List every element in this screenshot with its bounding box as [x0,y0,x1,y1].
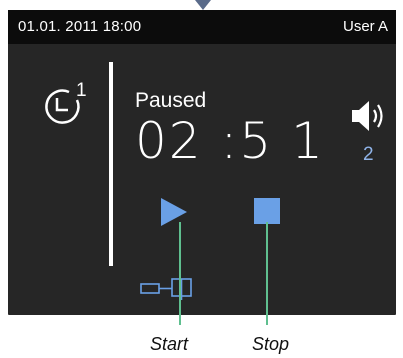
stop-callout-label: Stop [252,334,290,354]
divider [109,62,113,266]
speaker-volume-icon[interactable] [350,96,388,136]
stop-button[interactable] [254,198,280,224]
connector-icon [140,278,192,300]
indicator-pointer [195,0,211,10]
timer-status: Paused [135,89,207,112]
user-label[interactable]: User A [343,10,388,44]
status-bar: 01.01. 2011 18:00 User A [8,10,396,44]
volume-level: 2 [363,144,374,165]
device-screen: 01.01. 2011 18:00 User A 1 Paused 02 :5 … [8,10,396,315]
start-callout-label: Start [150,334,189,354]
program-number: 1 [76,82,87,101]
play-button[interactable] [161,198,187,226]
timer-display: 02 :5 1 [135,112,325,170]
clock-timer-icon[interactable]: 1 [39,82,87,130]
datetime: 01.01. 2011 18:00 [18,18,142,35]
